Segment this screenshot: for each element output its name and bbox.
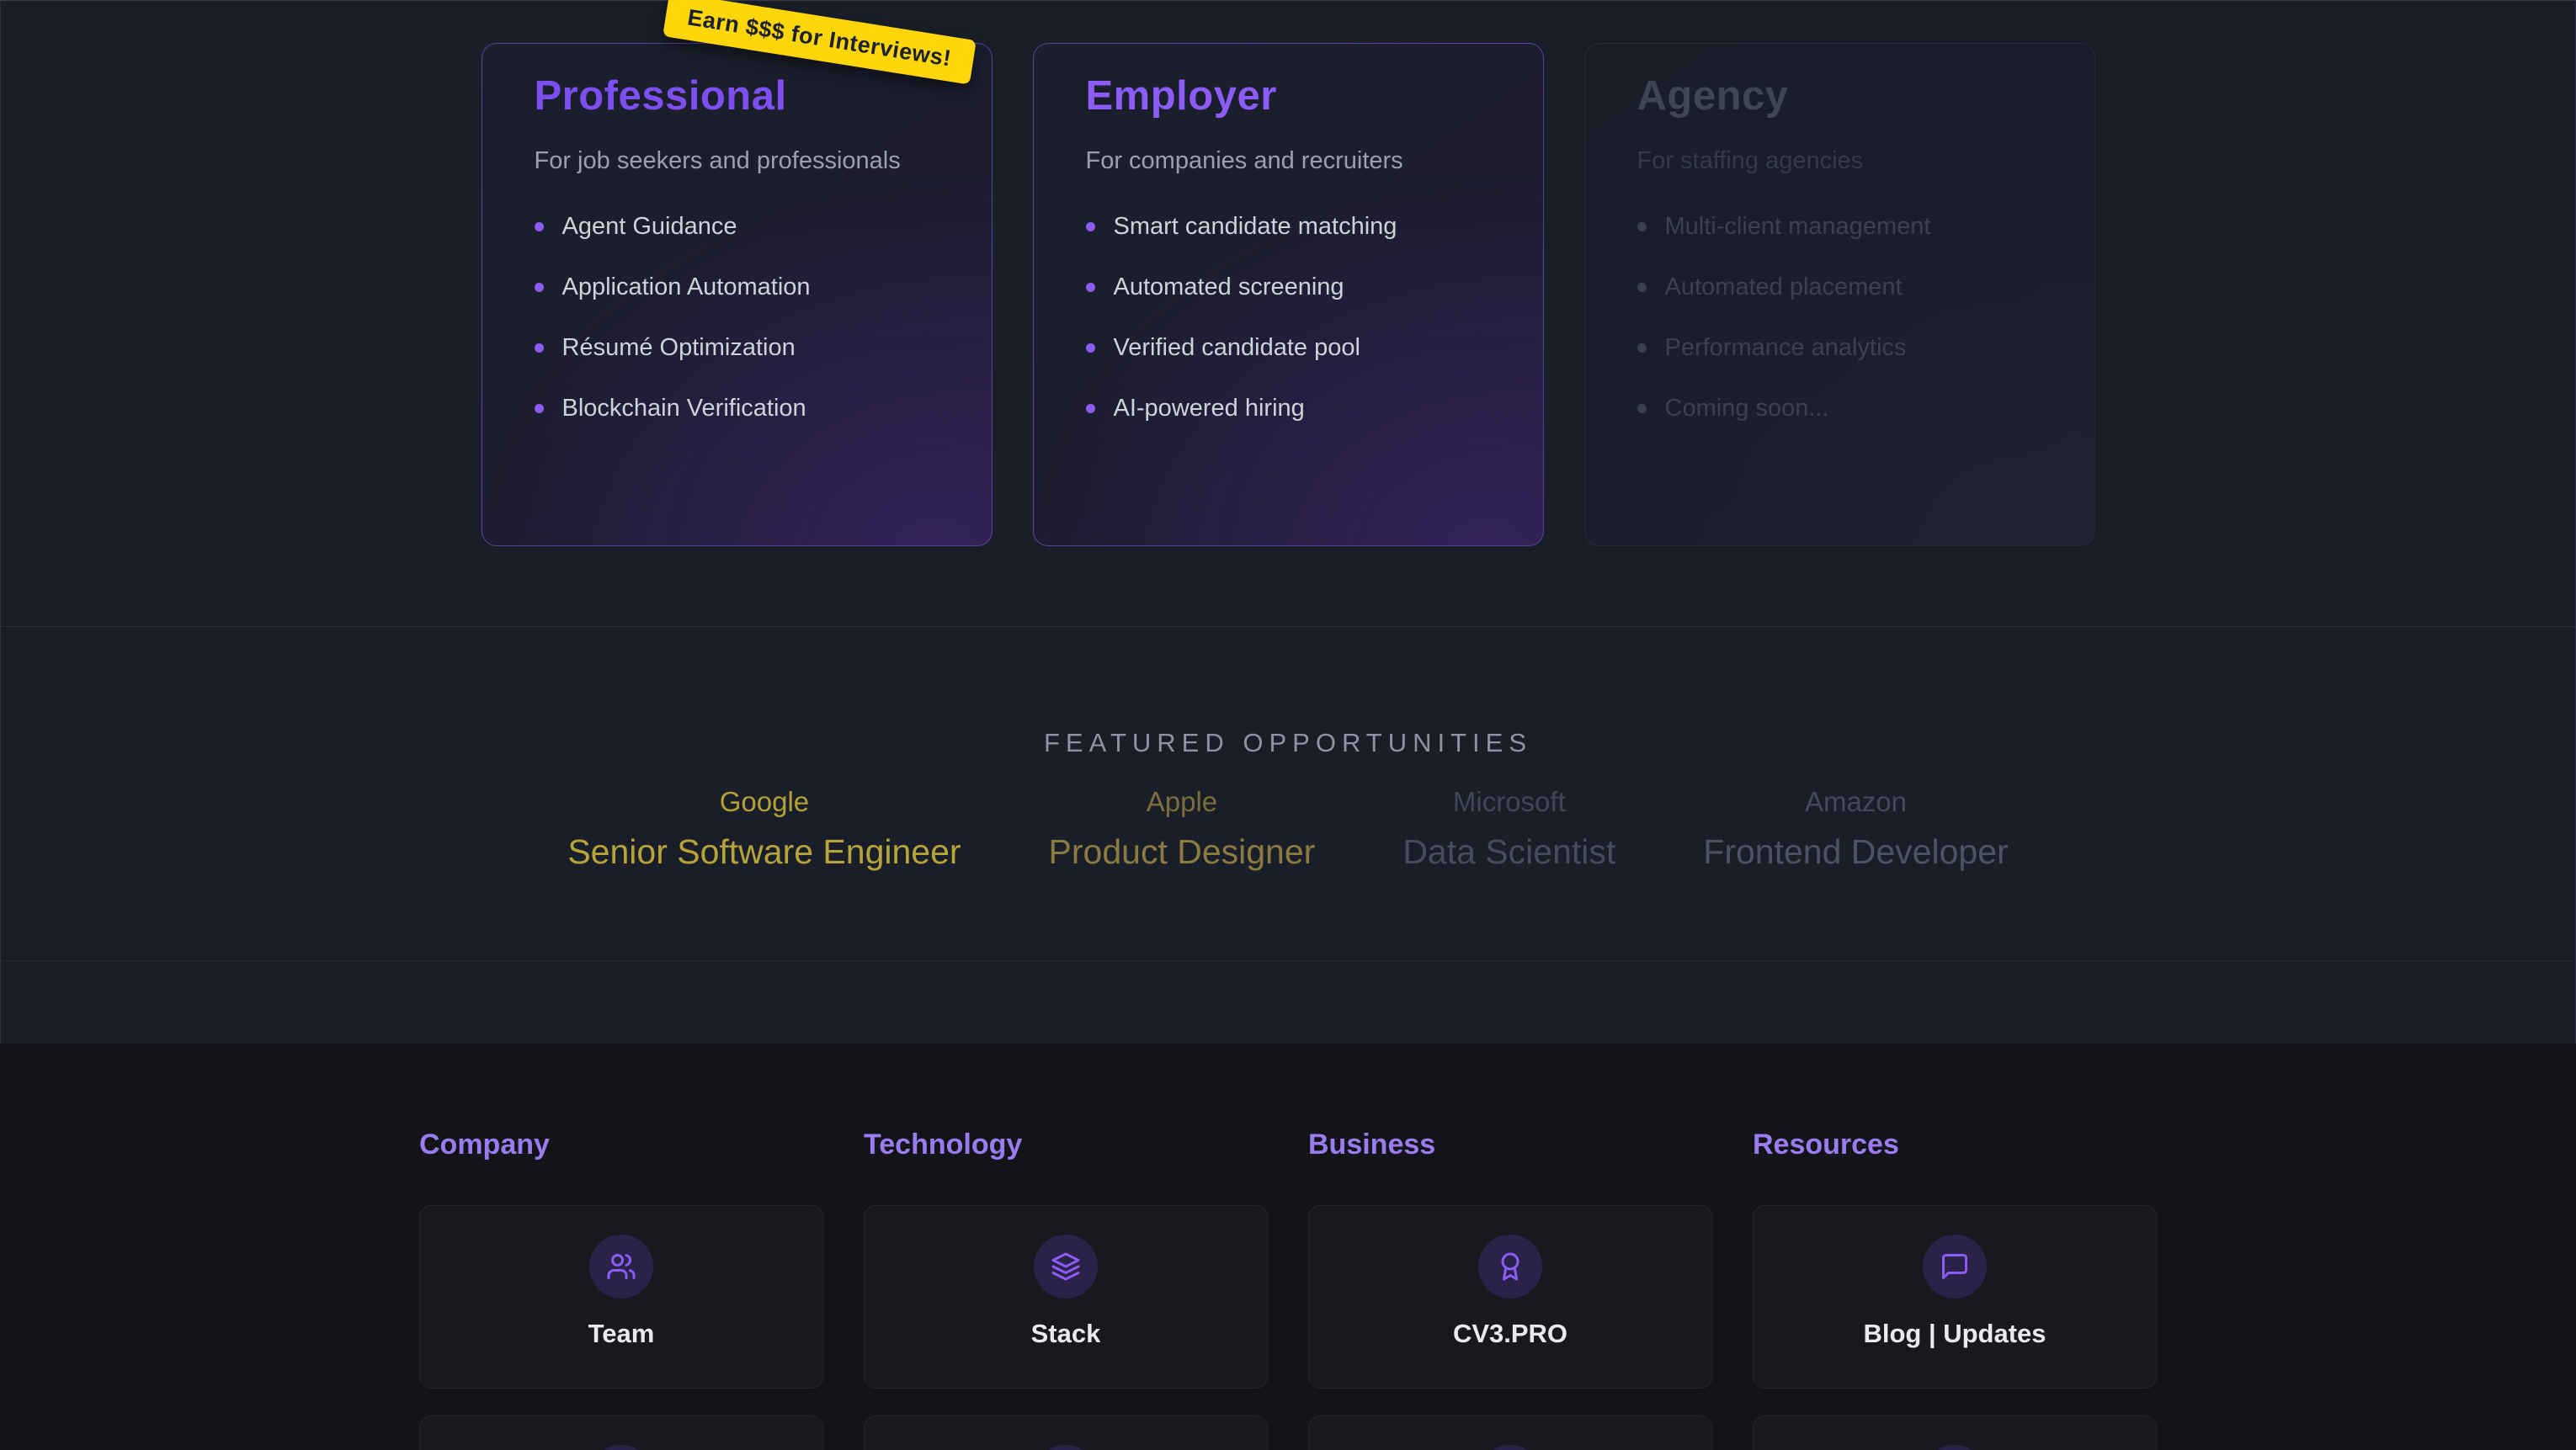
pricing-cards-row: Earn $$$ for Interviews! Professional Fo… [1,1,2575,546]
feature-item: Smart candidate matching [1086,215,1491,239]
tier-title: Employer [1086,72,1491,120]
tier-subtitle: For staffing agencies [1637,146,2042,176]
feature-item: Agent Guidance [535,215,939,239]
footer-column-header: Business [1308,1128,1712,1161]
job-role: Frontend Developer [1703,831,2008,872]
footer-column-resources: Resources Blog | Updates [1753,1128,2157,1450]
feature-item: Performance analytics [1637,336,2042,360]
footer-column-technology: Technology Stack [864,1128,1268,1450]
job-company: Apple [1049,786,1316,818]
job-company: Google [567,786,961,818]
footer-card-label: CV3.PRO [1453,1319,1567,1349]
message-square-icon [1923,1235,1987,1299]
site-footer: Company Team Technology Stack [0,1044,2576,1450]
tier-subtitle: For companies and recruiters [1086,146,1491,176]
footer-card-label: Stack [1031,1319,1101,1349]
feature-item: Blockchain Verification [535,396,939,421]
bullet-dot-icon [1637,343,1647,353]
pricing-card-professional[interactable]: Earn $$$ for Interviews! Professional Fo… [482,43,993,546]
bullet-dot-icon [1086,343,1095,353]
feature-item: Verified candidate pool [1086,336,1491,360]
footer-column-company: Company Team [419,1128,823,1450]
tier-feature-list: Multi-client management Automated placem… [1637,215,2042,421]
bullet-dot-icon [535,343,544,353]
featured-job-apple[interactable]: Apple Product Designer [1049,786,1316,872]
footer-card-partial[interactable] [1753,1415,2157,1450]
footer-grid: Company Team Technology Stack [419,1128,2157,1450]
job-role: Senior Software Engineer [567,831,961,872]
feature-item: AI-powered hiring [1086,396,1491,421]
feature-item: Automated screening [1086,275,1491,300]
footer-card-icon [1034,1445,1098,1450]
footer-column-header: Technology [864,1128,1268,1161]
footer-card-label: Blog | Updates [1863,1319,2046,1349]
footer-card-cv3pro[interactable]: CV3.PRO [1308,1205,1712,1389]
featured-job-microsoft[interactable]: Microsoft Data Scientist [1402,786,1615,872]
footer-card-partial[interactable] [864,1415,1268,1450]
bullet-dot-icon [1637,222,1647,231]
bullet-dot-icon [1086,404,1095,413]
landing-page: { "pricing": { "badge": { "text": "Earn … [0,0,2576,1450]
featured-opportunities-section: FEATURED OPPORTUNITIES Google Senior Sof… [0,627,2576,961]
bullet-dot-icon [535,404,544,413]
footer-card-icon [1923,1445,1987,1450]
job-role: Data Scientist [1402,831,1615,872]
footer-card-partial[interactable] [419,1415,823,1450]
featured-job-amazon[interactable]: Amazon Frontend Developer [1703,786,2008,872]
job-company: Microsoft [1402,786,1615,818]
tier-subtitle: For job seekers and professionals [535,146,939,176]
bullet-dot-icon [1637,404,1647,413]
bullet-dot-icon [535,222,544,231]
tier-title: Agency [1637,72,2042,120]
footer-card-icon [589,1445,653,1450]
footer-card-partial[interactable] [1308,1415,1712,1450]
pricing-section: Earn $$$ for Interviews! Professional Fo… [0,0,2576,627]
feature-item: Résumé Optimization [535,336,939,360]
footer-card-label: Team [588,1319,655,1349]
feature-item: Coming soon... [1637,396,2042,421]
bullet-dot-icon [1637,283,1647,292]
pricing-card-employer[interactable]: Employer For companies and recruiters Sm… [1033,43,1544,546]
footer-card-icon [1478,1445,1542,1450]
tier-title: Professional [535,72,939,120]
award-icon [1478,1235,1542,1299]
tier-feature-list: Agent Guidance Application Automation Ré… [535,215,939,421]
footer-column-header: Company [419,1128,823,1161]
feature-item: Automated placement [1637,275,2042,300]
feature-item: Multi-client management [1637,215,2042,239]
footer-column-business: Business CV3.PRO [1308,1128,1712,1450]
bullet-dot-icon [535,283,544,292]
job-role: Product Designer [1049,831,1316,872]
section-spacer [0,961,2576,1044]
footer-card-blog-updates[interactable]: Blog | Updates [1753,1205,2157,1389]
job-company: Amazon [1703,786,2008,818]
footer-card-team[interactable]: Team [419,1205,823,1389]
tier-feature-list: Smart candidate matching Automated scree… [1086,215,1491,421]
footer-card-stack[interactable]: Stack [864,1205,1268,1389]
bullet-dot-icon [1086,222,1095,231]
bullet-dot-icon [1086,283,1095,292]
layers-icon [1034,1235,1098,1299]
feature-item: Application Automation [535,275,939,300]
pricing-card-agency: Agency For staffing agencies Multi-clien… [1584,43,2095,546]
footer-column-header: Resources [1753,1128,2157,1161]
featured-job-google[interactable]: Google Senior Software Engineer [567,786,961,872]
featured-jobs-row: Google Senior Software Engineer Apple Pr… [1,786,2575,872]
featured-heading: FEATURED OPPORTUNITIES [1,627,2575,758]
users-icon [589,1235,653,1299]
